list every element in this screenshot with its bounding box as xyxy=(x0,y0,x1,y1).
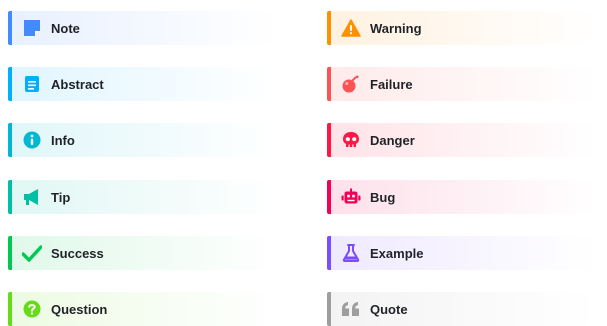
callout-example: Example xyxy=(327,236,597,270)
callout-note: Note xyxy=(8,11,278,45)
callout-question: Question xyxy=(8,292,278,326)
callout-gallery: Note Abstract Info Tip Success Question … xyxy=(0,0,607,326)
callout-title-info: Info xyxy=(51,132,75,148)
callout-quote: Quote xyxy=(327,292,597,326)
bomb-icon xyxy=(341,74,361,94)
quote-icon xyxy=(341,299,361,319)
flask-icon xyxy=(341,243,361,263)
callout-title-failure: Failure xyxy=(370,76,413,92)
callout-title-quote: Quote xyxy=(370,301,408,317)
callout-title-note: Note xyxy=(51,20,80,36)
callout-title-warning: Warning xyxy=(370,20,422,36)
callout-warning: Warning xyxy=(327,11,597,45)
robot-icon xyxy=(341,187,361,207)
callout-failure: Failure xyxy=(327,67,597,101)
callout-title-tip: Tip xyxy=(51,189,71,205)
callout-info: Info xyxy=(8,123,278,157)
info-circle-icon xyxy=(22,130,42,150)
callout-title-question: Question xyxy=(51,301,108,317)
clipboard-icon xyxy=(22,74,42,94)
callout-success: Success xyxy=(8,236,278,270)
callout-bug: Bug xyxy=(327,180,597,214)
callout-title-success: Success xyxy=(51,245,104,261)
callout-tip: Tip xyxy=(8,180,278,214)
megaphone-icon xyxy=(22,187,42,207)
callout-danger: Danger xyxy=(327,123,597,157)
callout-title-danger: Danger xyxy=(370,132,415,148)
warning-triangle-icon xyxy=(341,18,361,38)
callout-title-example: Example xyxy=(370,245,424,261)
callout-title-bug: Bug xyxy=(370,189,396,205)
skull-icon xyxy=(341,130,361,150)
callout-title-abstract: Abstract xyxy=(51,76,104,92)
checkmark-icon xyxy=(22,243,42,263)
question-circle-icon xyxy=(22,299,42,319)
note-icon xyxy=(22,18,42,38)
callout-abstract: Abstract xyxy=(8,67,278,101)
